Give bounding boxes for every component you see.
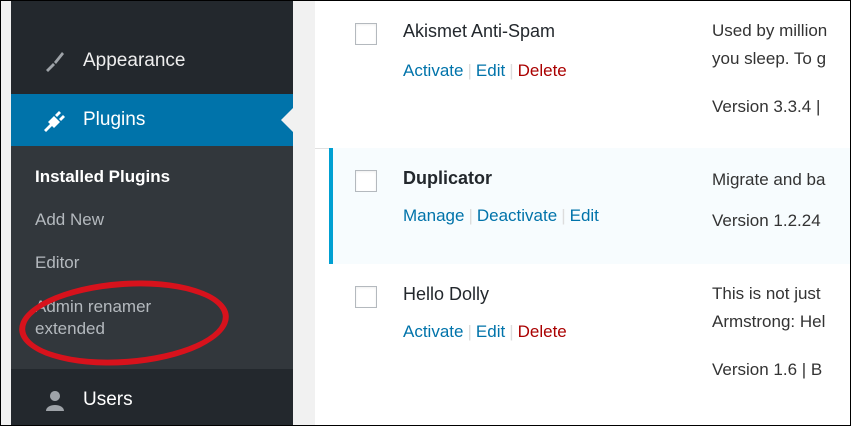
- table-row: [315, 384, 850, 425]
- edit-link[interactable]: Edit: [476, 61, 505, 80]
- plug-icon: [42, 107, 68, 133]
- description-line: Used by million: [712, 21, 828, 40]
- edit-link[interactable]: Edit: [570, 206, 599, 225]
- menu-appearance-label: Appearance: [83, 50, 186, 71]
- screenshot-frame: Appearance Plugins Installed Plugins Add…: [0, 0, 851, 426]
- description-line: This is not just: [712, 284, 821, 303]
- user-icon: [42, 387, 68, 413]
- current-menu-arrow: [281, 108, 293, 132]
- menu-users-label: Users: [83, 389, 133, 410]
- admin-sidebar: Appearance Plugins Installed Plugins Add…: [11, 1, 293, 425]
- menu-users[interactable]: Users: [11, 375, 293, 425]
- plugin-version: Version 1.2.24: [712, 211, 821, 230]
- plugin-description: This is not just Armstrong: Hel: [712, 280, 825, 336]
- description-line: Armstrong: Hel: [712, 312, 826, 331]
- plugin-actions: Activate | Edit | Delete: [403, 322, 567, 341]
- plugin-name: Duplicator: [403, 168, 493, 188]
- plugin-actions: Manage | Deactivate | Edit: [403, 206, 599, 225]
- submenu-editor[interactable]: Editor: [35, 252, 79, 274]
- plugin-description: Used by million you sleep. To g: [712, 17, 827, 73]
- table-row: Akismet Anti-Spam Activate | Edit | Delete U…: [315, 1, 850, 149]
- table-row: Hello Dolly Activate | Edit | Delete This is…: [315, 264, 850, 385]
- description-line: Migrate and ba: [712, 170, 826, 189]
- menu-plugins[interactable]: Plugins: [11, 94, 293, 146]
- table-row: Duplicator Manage | Deactivate | Edit Migrat…: [329, 148, 850, 265]
- plugin-checkbox[interactable]: [355, 286, 377, 308]
- brush-icon: [42, 48, 68, 74]
- description-line: you sleep. To g: [712, 49, 827, 68]
- plugin-name: Akismet Anti-Spam: [403, 21, 556, 41]
- delete-link[interactable]: Delete: [518, 61, 567, 80]
- delete-link[interactable]: Delete: [518, 322, 567, 341]
- deactivate-link[interactable]: Deactivate: [477, 206, 557, 225]
- edit-link[interactable]: Edit: [476, 322, 505, 341]
- plugin-actions: Activate | Edit | Delete: [403, 61, 567, 80]
- plugin-name: Hello Dolly: [403, 284, 490, 304]
- menu-appearance[interactable]: Appearance: [11, 36, 293, 86]
- manage-link[interactable]: Manage: [403, 206, 464, 225]
- activate-link[interactable]: Activate: [403, 322, 463, 341]
- plugin-version: Version 3.3.4 |: [712, 97, 821, 116]
- plugin-version: Version 1.6 | B: [712, 360, 823, 379]
- activate-link[interactable]: Activate: [403, 61, 463, 80]
- submenu-add-new[interactable]: Add New: [35, 209, 104, 231]
- plugin-checkbox[interactable]: [355, 170, 377, 192]
- plugins-table: Akismet Anti-Spam Activate | Edit | Delete U…: [315, 1, 850, 425]
- submenu-installed-plugins[interactable]: Installed Plugins: [35, 166, 170, 188]
- plugin-checkbox[interactable]: [355, 23, 377, 45]
- plugin-description: Migrate and ba: [712, 166, 825, 194]
- menu-plugins-label: Plugins: [83, 109, 146, 130]
